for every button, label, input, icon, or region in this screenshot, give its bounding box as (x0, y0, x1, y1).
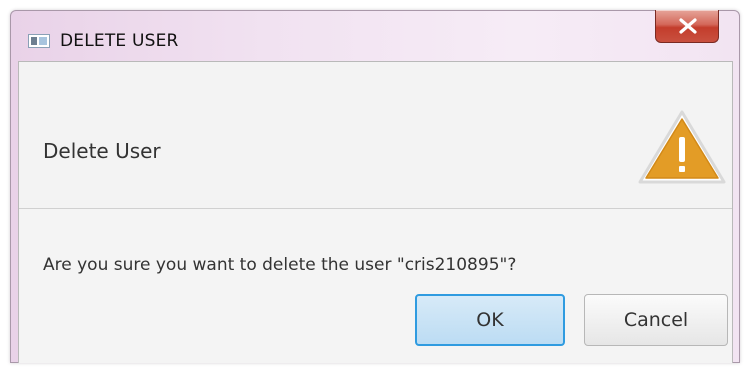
cancel-button[interactable]: Cancel (584, 294, 728, 346)
title-bar[interactable]: DELETE USER (11, 10, 739, 61)
close-button[interactable] (655, 10, 719, 43)
dialog-body: Delete User Are you sure you want to del… (18, 61, 733, 363)
dialog-header-text: Delete User (43, 139, 161, 163)
app-icon (28, 34, 50, 48)
dialog-window: DELETE USER Delete User Are you sure you… (10, 10, 740, 363)
warning-icon (638, 110, 726, 184)
close-icon (679, 18, 697, 34)
ok-button[interactable]: OK (415, 294, 565, 346)
window-title: DELETE USER (60, 31, 179, 51)
dialog-message: Are you sure you want to delete the user… (43, 255, 517, 275)
dialog-header: Delete User (19, 62, 732, 209)
